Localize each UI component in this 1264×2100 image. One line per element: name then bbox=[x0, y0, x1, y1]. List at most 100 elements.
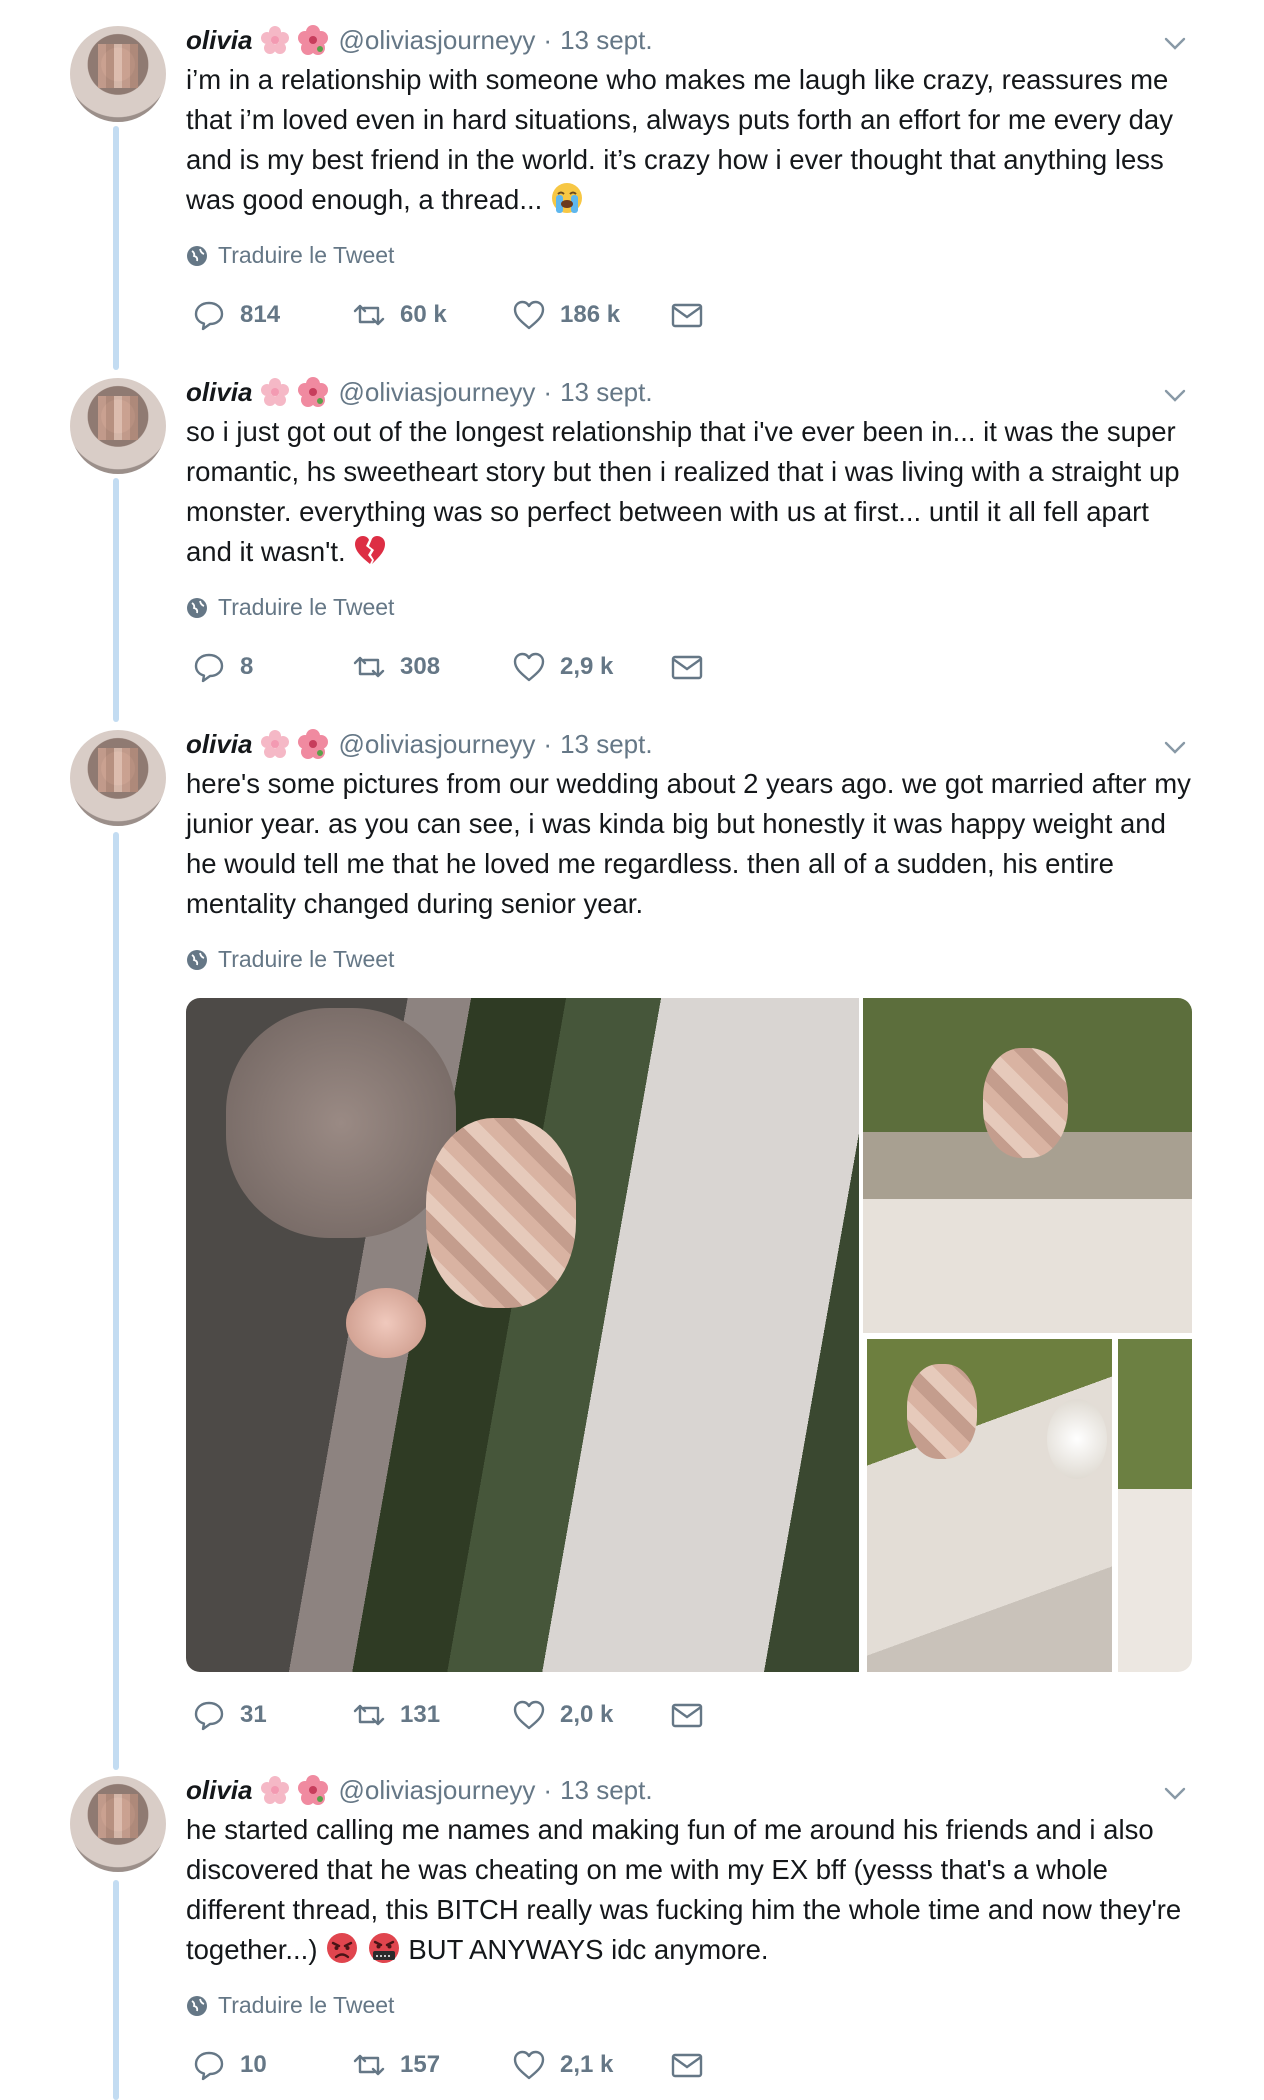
retweet-icon bbox=[353, 656, 385, 678]
rose-boutonniere bbox=[346, 1288, 426, 1358]
blurred-face bbox=[226, 1008, 456, 1238]
globe-icon bbox=[187, 1995, 207, 2016]
tweet-date[interactable]: 13 sept. bbox=[560, 729, 653, 760]
reply-icon bbox=[194, 653, 224, 683]
retweet-count: 308 bbox=[400, 653, 441, 680]
direct-message-button[interactable] bbox=[670, 2048, 718, 2082]
separator-dot: · bbox=[543, 24, 553, 55]
globe-icon bbox=[187, 597, 207, 618]
translate-label: Traduire le Tweet bbox=[218, 594, 395, 620]
tweet-header: olivia @oliviasjourneyy · 13 sept. bbox=[186, 1772, 653, 1808]
tweet-date[interactable]: 13 sept. bbox=[560, 25, 653, 56]
retweet-icon bbox=[353, 304, 385, 326]
author-name[interactable]: olivia bbox=[186, 377, 252, 408]
tweet[interactable]: olivia @oliviasjourneyy · 13 sept. he st… bbox=[0, 1750, 1264, 2100]
tweet-actions: 10 157 2,1 k bbox=[192, 2048, 752, 2088]
separator-dot: · bbox=[543, 376, 553, 407]
translate-tweet-link[interactable]: Traduire le Tweet bbox=[186, 946, 394, 973]
like-button[interactable]: 186 k bbox=[512, 298, 620, 332]
envelope-icon bbox=[671, 1703, 703, 1728]
translate-tweet-link[interactable]: Traduire le Tweet bbox=[186, 1992, 394, 2019]
loudly-crying-face-emoji bbox=[550, 181, 584, 215]
reply-button[interactable]: 10 bbox=[192, 2048, 267, 2082]
like-button[interactable]: 2,0 k bbox=[512, 1698, 613, 1732]
author-name[interactable]: olivia bbox=[186, 729, 252, 760]
heart-icon bbox=[513, 2050, 545, 2080]
author-handle[interactable]: @oliviasjourneyy bbox=[338, 729, 535, 760]
wedding-photo-bride-veil[interactable] bbox=[863, 998, 1192, 1333]
reply-count: 8 bbox=[240, 653, 254, 680]
retweet-icon bbox=[353, 2054, 385, 2076]
separator-dot: · bbox=[543, 1774, 553, 1805]
chevron-down-icon[interactable] bbox=[1162, 734, 1188, 760]
broken-heart-emoji bbox=[353, 533, 387, 567]
author-name[interactable]: olivia bbox=[186, 1775, 252, 1806]
reply-icon bbox=[194, 2051, 224, 2081]
like-count: 2,9 k bbox=[560, 653, 614, 680]
chevron-down-icon[interactable] bbox=[1162, 30, 1188, 56]
like-button[interactable]: 2,9 k bbox=[512, 650, 613, 684]
envelope-icon bbox=[671, 2053, 703, 2078]
reply-button[interactable]: 31 bbox=[192, 1698, 267, 1732]
tweet-text-body: here's some pictures from our wedding ab… bbox=[186, 768, 1191, 919]
direct-message-button[interactable] bbox=[670, 1698, 718, 1732]
author-name[interactable]: olivia bbox=[186, 25, 252, 56]
envelope-icon bbox=[671, 303, 703, 328]
retweet-icon bbox=[353, 1704, 385, 1726]
translate-tweet-link[interactable]: Traduire le Tweet bbox=[186, 242, 394, 269]
reply-icon bbox=[194, 1701, 224, 1731]
avatar[interactable] bbox=[70, 378, 166, 474]
direct-message-button[interactable] bbox=[670, 298, 718, 332]
retweet-button[interactable]: 308 bbox=[352, 650, 440, 684]
globe-icon bbox=[187, 949, 207, 970]
like-button[interactable]: 2,1 k bbox=[512, 2048, 613, 2082]
author-handle[interactable]: @oliviasjourneyy bbox=[338, 377, 535, 408]
heart-icon bbox=[513, 1700, 545, 1730]
direct-message-button[interactable] bbox=[670, 650, 718, 684]
retweet-button[interactable]: 131 bbox=[352, 1698, 440, 1732]
reply-count: 814 bbox=[240, 301, 281, 328]
chevron-down-icon[interactable] bbox=[1162, 382, 1188, 408]
hibiscus-icon bbox=[298, 25, 329, 55]
tweet-header: olivia @oliviasjourneyy · 13 sept. bbox=[186, 726, 653, 762]
tweet[interactable]: olivia @oliviasjourneyy · 13 sept. i’m i… bbox=[0, 0, 1264, 360]
reply-button[interactable]: 8 bbox=[192, 650, 253, 684]
tweet-text: he started calling me names and making f… bbox=[186, 1810, 1196, 1970]
hibiscus-icon bbox=[298, 1775, 329, 1805]
translate-label: Traduire le Tweet bbox=[218, 1992, 395, 2018]
avatar[interactable] bbox=[70, 26, 166, 122]
retweet-button[interactable]: 60 k bbox=[352, 298, 447, 332]
tweet-date[interactable]: 13 sept. bbox=[560, 377, 653, 408]
avatar[interactable] bbox=[70, 1776, 166, 1872]
tweet-actions: 31 131 2,0 k bbox=[192, 1698, 752, 1738]
chevron-down-icon[interactable] bbox=[1162, 1780, 1188, 1806]
cherry-blossom-icon bbox=[260, 377, 290, 407]
like-count: 2,0 k bbox=[560, 1701, 614, 1728]
cherry-blossom-icon bbox=[260, 1775, 290, 1805]
tweet-text: so i just got out of the longest relatio… bbox=[186, 412, 1196, 572]
tweet-text-tail: BUT ANYWAYS idc anymore. bbox=[408, 1934, 769, 1965]
author-handle[interactable]: @oliviasjourneyy bbox=[338, 1775, 535, 1806]
reply-button[interactable]: 814 bbox=[192, 298, 280, 332]
reply-icon bbox=[194, 301, 224, 331]
tweet-date[interactable]: 13 sept. bbox=[560, 1775, 653, 1806]
translate-label: Traduire le Tweet bbox=[218, 946, 395, 972]
wedding-photo-bride-bouquet[interactable] bbox=[867, 1339, 1112, 1672]
envelope-icon bbox=[671, 655, 703, 680]
retweet-button[interactable]: 157 bbox=[352, 2048, 440, 2082]
wedding-photo-bride-partial[interactable] bbox=[1118, 1339, 1192, 1672]
heart-icon bbox=[513, 300, 545, 330]
bouquet bbox=[1047, 1399, 1107, 1479]
like-count: 186 k bbox=[560, 301, 621, 328]
wedding-photo-couple[interactable] bbox=[186, 998, 859, 1672]
reply-count: 10 bbox=[240, 2051, 267, 2078]
tweet[interactable]: olivia @oliviasjourneyy · 13 sept. so i … bbox=[0, 352, 1264, 712]
author-handle[interactable]: @oliviasjourneyy bbox=[338, 25, 535, 56]
avatar[interactable] bbox=[70, 730, 166, 826]
like-count: 2,1 k bbox=[560, 2051, 614, 2078]
blurred-face bbox=[907, 1364, 977, 1459]
translate-tweet-link[interactable]: Traduire le Tweet bbox=[186, 594, 394, 621]
tweet-text-body: so i just got out of the longest relatio… bbox=[186, 416, 1180, 567]
cherry-blossom-icon bbox=[260, 25, 290, 55]
tweet-actions: 814 60 k 186 k bbox=[192, 298, 752, 338]
